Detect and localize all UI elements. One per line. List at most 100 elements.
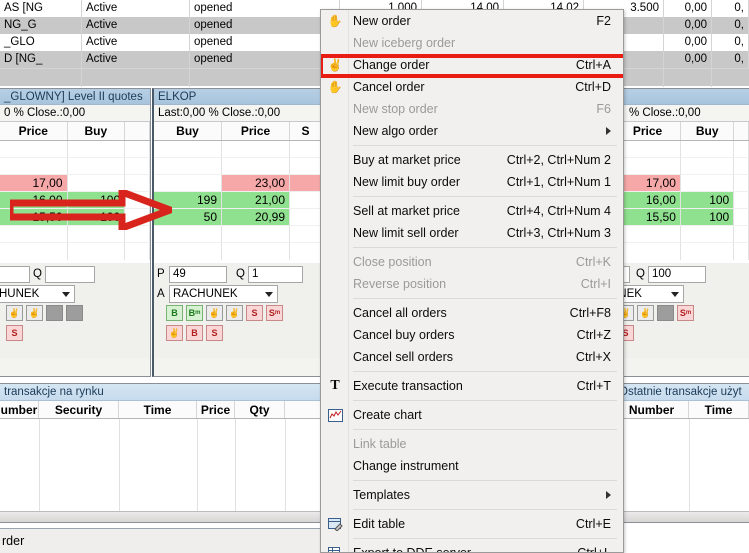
qty-input-elkop[interactable]: 1	[248, 265, 303, 283]
quote-row[interactable]	[0, 158, 151, 175]
buy-button[interactable]: B	[166, 305, 183, 321]
button-row-1-elkop: B Bm ✌ ✌ S Sm	[154, 303, 323, 323]
quote-row[interactable]	[0, 141, 151, 158]
col-header-number[interactable]: umber	[0, 401, 39, 418]
account-select-left[interactable]: HUNEK	[0, 285, 75, 303]
col-header-sell[interactable]: S	[290, 122, 322, 140]
col-header-price[interactable]: Price	[615, 122, 682, 140]
col-header-price[interactable]: Price	[197, 401, 235, 418]
quote-row[interactable]	[615, 243, 749, 260]
menu-item-edit-table[interactable]: Edit table Ctrl+E	[321, 513, 623, 535]
sell-button[interactable]: S	[246, 305, 263, 321]
cell-val1: 0,00	[664, 34, 712, 51]
menu-item-change-instrument[interactable]: Change instrument	[321, 455, 623, 477]
quote-row[interactable]	[0, 243, 151, 260]
quote-row[interactable]	[615, 141, 749, 158]
sell-market-icon[interactable]: Sm	[677, 305, 694, 321]
col-header-price[interactable]: Price	[222, 122, 290, 140]
col-header-security[interactable]: Security	[39, 401, 119, 418]
menu-item-templates[interactable]: Templates	[321, 484, 623, 506]
horizontal-scrollbar-left[interactable]	[0, 511, 323, 522]
price-input-elkop[interactable]: 49	[169, 265, 227, 283]
hand-cancel-icon[interactable]: ✌	[26, 305, 43, 321]
hand-cancel-icon[interactable]: ✌	[637, 305, 654, 321]
cell-price	[0, 141, 68, 158]
qty-input-left[interactable]	[45, 265, 95, 283]
menu-item-cancel-sell-orders[interactable]: Cancel sell orders Ctrl+X	[321, 346, 623, 368]
hand-up-icon[interactable]: ✌	[6, 305, 23, 321]
cell-price	[615, 141, 681, 158]
col-header-price[interactable]: Price	[0, 122, 68, 140]
qty-input-right[interactable]: 100	[648, 265, 706, 283]
cell-val1: 0,00	[664, 0, 712, 17]
context-menu[interactable]: ✋ New order F2 New iceberg order ✌ Chang…	[320, 9, 624, 553]
menu-item-change-order[interactable]: ✌ Change order Ctrl+A	[321, 54, 623, 76]
account-select-elkop[interactable]: RACHUNEK	[169, 285, 278, 303]
menu-item-new-algo-order[interactable]: New algo order	[321, 120, 623, 142]
quote-row[interactable]	[154, 141, 323, 158]
quote-row[interactable]	[615, 158, 749, 175]
buy-market-button[interactable]: Bm	[186, 305, 203, 321]
quote-row[interactable]: 199 21,00	[154, 192, 323, 209]
cancel-order-icon[interactable]: ✌	[166, 325, 183, 341]
col-header-buy[interactable]: Buy	[681, 122, 735, 140]
menu-item-cancel-all-orders[interactable]: Cancel all orders Ctrl+F8	[321, 302, 623, 324]
menu-item-create-chart[interactable]: Create chart	[321, 404, 623, 426]
menu-item-accel: Ctrl+T	[576, 379, 611, 393]
menu-item-new-limit-sell-order[interactable]: New limit sell order Ctrl+3, Ctrl+Num 3	[321, 222, 623, 244]
cancel-sell-orders-icon[interactable]: S	[206, 325, 223, 341]
col-header-buy[interactable]: Buy	[68, 122, 126, 140]
quote-row[interactable]	[154, 243, 323, 260]
quote-row[interactable]	[154, 158, 323, 175]
order-form-right: Q 100 UNEK ✌ ✌ Sm S	[606, 263, 749, 358]
cancel-buy-icon[interactable]: ✌	[206, 305, 223, 321]
quote-row[interactable]	[154, 226, 323, 243]
change-order-icon[interactable]: ✌	[226, 305, 243, 321]
sell-market-button[interactable]: Sm	[266, 305, 283, 321]
col-header-extra[interactable]	[734, 122, 749, 140]
cell-price	[615, 226, 681, 243]
cancel-buy-orders-icon[interactable]: B	[186, 325, 203, 341]
menu-item-new-stop-order[interactable]: New stop order F6	[321, 98, 623, 120]
menu-item-new-limit-buy-order[interactable]: New limit buy order Ctrl+1, Ctrl+Num 1	[321, 171, 623, 193]
gray-button[interactable]	[657, 305, 674, 321]
quote-row[interactable]: 17,00	[615, 175, 749, 192]
price-input-left[interactable]	[0, 265, 30, 283]
menu-item-label: Cancel all orders	[353, 306, 447, 320]
panel-title-elkop: ELKOP	[154, 89, 323, 105]
quote-row[interactable]: 50 20,99	[154, 209, 323, 226]
quote-row[interactable]: 16,00 100	[615, 192, 749, 209]
col-header-buy[interactable]: Buy	[154, 122, 222, 140]
col-header-qty[interactable]: Qty	[235, 401, 285, 418]
col-header-number[interactable]: Number	[615, 401, 689, 418]
cell-extra	[734, 141, 749, 158]
chevron-down-icon	[265, 292, 273, 297]
quote-row[interactable]: 15,50 100	[615, 209, 749, 226]
cancel-sell-icon[interactable]: S	[6, 325, 23, 341]
menu-item-close-position[interactable]: Close position Ctrl+K	[321, 251, 623, 273]
gray-button-2[interactable]	[66, 305, 83, 321]
menu-item-export-to-dde-server[interactable]: Export to DDE server Ctrl+L	[321, 542, 623, 552]
col-header-time[interactable]: Time	[119, 401, 197, 418]
cell-price	[615, 158, 681, 175]
menu-item-buy-at-market-price[interactable]: Buy at market price Ctrl+2, Ctrl+Num 2	[321, 149, 623, 171]
quote-row[interactable]	[615, 226, 749, 243]
col-header-spare[interactable]	[285, 401, 323, 418]
menu-item-label: Cancel order	[353, 80, 425, 94]
menu-item-cancel-order[interactable]: ✋ Cancel order Ctrl+D	[321, 76, 623, 98]
menu-item-new-iceberg-order[interactable]: New iceberg order	[321, 32, 623, 54]
menu-item-execute-transaction[interactable]: T Execute transaction Ctrl+T	[321, 375, 623, 397]
menu-item-cancel-buy-orders[interactable]: Cancel buy orders Ctrl+Z	[321, 324, 623, 346]
quote-row[interactable]: 23,00	[154, 175, 323, 192]
cell-extra	[734, 209, 749, 226]
menu-item-new-order[interactable]: ✋ New order F2	[321, 10, 623, 32]
menu-item-link-table[interactable]: Link table	[321, 433, 623, 455]
horizontal-scrollbar-right[interactable]	[615, 511, 749, 522]
col-header-extra[interactable]	[125, 122, 150, 140]
cell-buy	[680, 158, 735, 175]
menu-item-reverse-position[interactable]: Reverse position Ctrl+I	[321, 273, 623, 295]
menu-item-sell-at-market-price[interactable]: Sell at market price Ctrl+4, Ctrl+Num 4	[321, 200, 623, 222]
gray-button-1[interactable]	[46, 305, 63, 321]
col-header-time[interactable]: Time	[689, 401, 749, 418]
menu-item-accel: Ctrl+3, Ctrl+Num 3	[506, 226, 611, 240]
